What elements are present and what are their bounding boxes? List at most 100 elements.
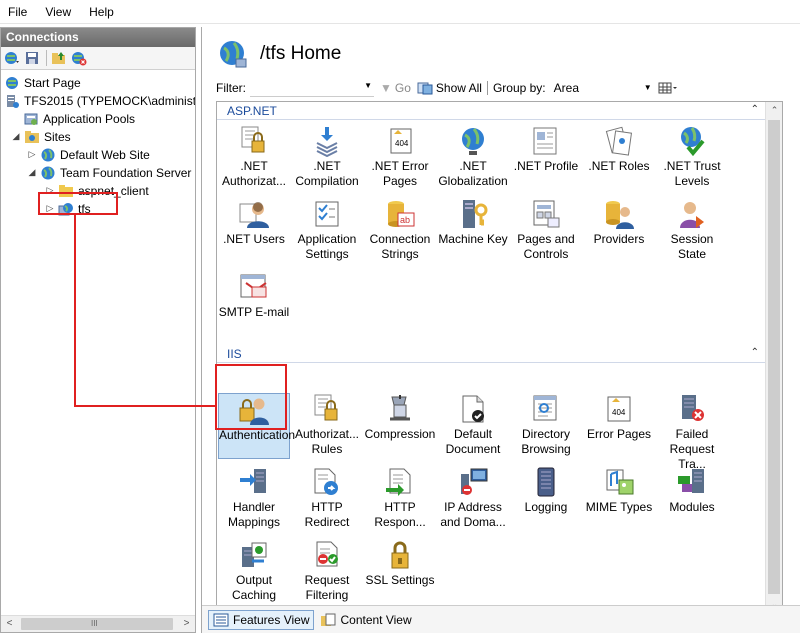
feature-http-response-headers[interactable]: HTTP Respon... [364,466,436,532]
net-profile-icon [530,125,562,157]
collapse-section-icon[interactable]: ⌃ [751,347,759,358]
section-iis[interactable]: IIS ⌃ [217,347,765,365]
server-icon [4,93,20,109]
feature-machine-key[interactable]: Machine Key [437,198,509,264]
feature-ssl-settings[interactable]: SSL Settings [364,539,436,605]
feature-net-globalization[interactable]: .NET Globalization [437,125,509,191]
tree-node-sites[interactable]: ◢ Sites [11,128,71,145]
feature-label: Connection Strings [369,232,431,261]
globe-icon [220,41,247,68]
tree-node-team-foundation-server[interactable]: ◢ Team Foundation Server [27,164,192,181]
scroll-grip: III [91,619,98,628]
highlight-box-authentication [215,364,287,430]
sites-folder-icon [24,129,40,145]
feature-net-authorization[interactable]: .NET Authorizat... [218,125,290,191]
feature-compression[interactable]: Compression [364,393,436,459]
ip-address-icon [457,466,489,498]
feature-logging[interactable]: Logging [510,466,582,532]
scroll-left-icon[interactable]: < [1,616,18,632]
collapse-icon[interactable]: ◢ [11,131,21,142]
toolbar-separator [46,50,47,66]
scroll-up-icon[interactable]: ⌃ [766,102,782,118]
tree-node-server[interactable]: TFS2015 (TYPEMOCK\administrat [4,92,195,109]
feature-label: Modules [669,500,715,514]
feature-session-state[interactable]: Session State [656,198,728,264]
feature-authorization-rules[interactable]: Authorizat... Rules [291,393,363,459]
connect-globe-icon[interactable] [4,50,20,66]
tree-node-application-pools[interactable]: Application Pools [23,110,135,127]
feature-pages-controls[interactable]: Pages and Controls [510,198,582,264]
tree-node-start-page[interactable]: Start Page [4,74,81,91]
feature-application-settings[interactable]: Application Settings [291,198,363,264]
collapse-section-icon[interactable]: ⌃ [751,104,759,115]
up-folder-icon[interactable] [51,50,67,66]
feature-net-roles[interactable]: .NET Roles [583,125,655,191]
horizontal-scrollbar[interactable]: < III > [1,615,195,632]
feature-label: Session State [670,232,714,261]
feature-modules[interactable]: Modules [656,466,728,532]
vertical-scrollbar[interactable]: ⌃ ⌄ [765,102,782,612]
feature-error-pages[interactable]: 404 Error Pages [583,393,655,459]
feature-handler-mappings[interactable]: Handler Mappings [218,466,290,532]
globe-icon [40,147,56,163]
show-all-button[interactable]: Show All [417,81,482,95]
output-caching-icon [238,539,270,571]
expand-icon[interactable]: ▷ [27,149,37,160]
tab-features-view[interactable]: Features View [208,609,315,630]
feature-net-profile[interactable]: .NET Profile [510,125,582,191]
feature-label: .NET Users [223,232,285,246]
feature-label: Machine Key [438,232,508,246]
feature-net-users[interactable]: .NET Users [218,198,290,264]
connector-line-vertical [74,214,76,407]
filter-separator [486,81,488,95]
view-mode-button[interactable] [658,81,678,95]
feature-request-filtering[interactable]: Request Filtering [291,539,363,605]
net-authorization-icon [238,125,270,157]
scroll-thumb[interactable] [768,120,780,594]
filter-input[interactable]: ▼ [250,79,374,97]
menu-help[interactable]: Help [89,5,114,19]
collapse-icon[interactable]: ◢ [27,167,37,178]
save-icon[interactable] [24,50,40,66]
disconnect-icon[interactable] [71,50,87,66]
feature-connection-strings[interactable]: ab Connection Strings [364,198,436,264]
tree-label: Application Pools [43,111,136,126]
feature-output-caching[interactable]: Output Caching [218,539,290,605]
feature-http-redirect[interactable]: HTTP Redirect [291,466,363,532]
menu-view[interactable]: View [45,5,71,19]
features-list: ASP.NET ⌃ .NET Authorizat... .NET Compil… [216,101,783,613]
tree-node-default-web-site[interactable]: ▷ Default Web Site [27,146,150,163]
group-by-label: Group by: [492,81,546,95]
tree-label: Start Page [24,75,81,90]
tab-label: Features View [233,612,310,627]
tab-content-view[interactable]: Content View [316,611,415,629]
scroll-right-icon[interactable]: > [178,616,195,632]
net-roles-icon [603,125,635,157]
go-button[interactable]: ▼ Go [380,81,411,95]
section-aspnet[interactable]: ASP.NET ⌃ [217,104,765,122]
connection-strings-icon: ab [384,198,416,230]
feature-smtp-email[interactable]: SMTP E-mail [218,271,290,337]
group-by-select[interactable]: Area ▼ [554,81,654,95]
dropdown-arrow-icon[interactable]: ▼ [364,81,372,90]
feature-net-compilation[interactable]: .NET Compilation [291,125,363,191]
feature-label: .NET Error Pages [371,159,429,188]
feature-failed-request-tracing[interactable]: Failed Request Tra... [656,393,728,471]
feature-ip-address-domain[interactable]: IP Address and Doma... [437,466,509,532]
feature-net-trust-levels[interactable]: .NET Trust Levels [656,125,728,191]
view-grid-icon [658,82,677,94]
feature-default-document[interactable]: Default Document [437,393,509,459]
dropdown-arrow-icon[interactable]: ▼ [644,83,652,92]
feature-directory-browsing[interactable]: Directory Browsing [510,393,582,459]
feature-label: IP Address and Doma... [440,500,506,529]
feature-label: MIME Types [585,500,653,514]
feature-mime-types[interactable]: MIME Types [583,466,655,532]
scroll-thumb[interactable]: III [21,618,173,630]
feature-label: .NET Authorizat... [221,159,287,188]
feature-net-error-pages[interactable]: 404 .NET Error Pages [364,125,436,191]
menu-file[interactable]: File [8,5,27,19]
feature-providers[interactable]: Providers [583,198,655,264]
http-redirect-icon [311,466,343,498]
page-title: /tfs Home [260,43,342,64]
feature-label: HTTP Respon... [374,500,426,529]
